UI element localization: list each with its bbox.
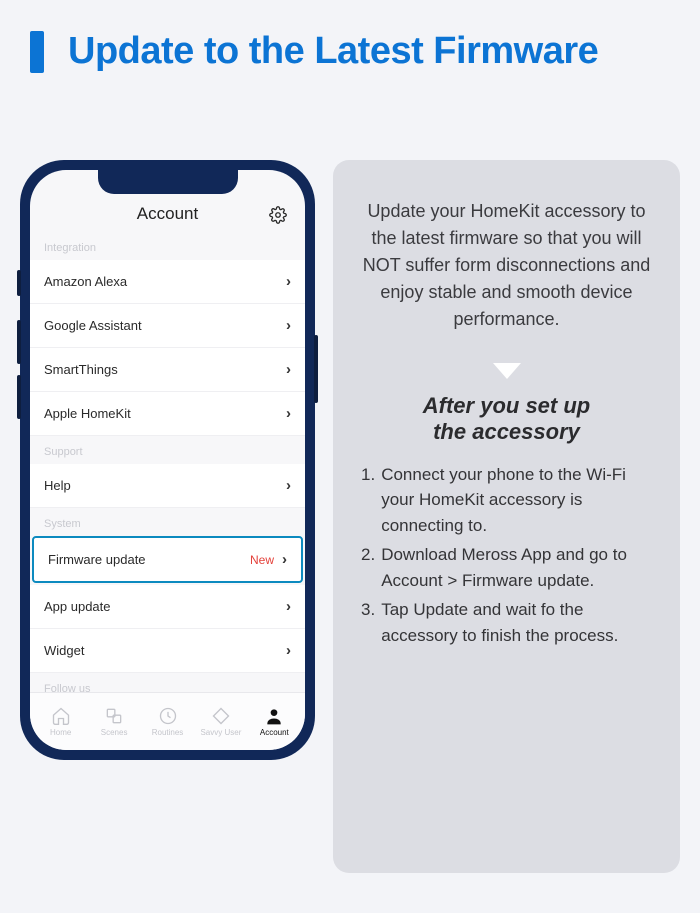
section-label-system: System xyxy=(30,508,305,536)
scenes-icon xyxy=(104,706,124,726)
list-item-firmware-update[interactable]: Firmware update New › xyxy=(32,536,303,583)
step-2: 2. Download Meross App and go to Account… xyxy=(361,542,656,593)
tab-label: Routines xyxy=(152,728,184,737)
list-item-label: Help xyxy=(44,478,71,493)
list-item-label: Firmware update xyxy=(48,552,146,567)
page-heading-row: Update to the Latest Firmware xyxy=(0,0,700,73)
phone-notch xyxy=(98,170,238,194)
list-item-app-update[interactable]: App update › xyxy=(30,585,305,629)
home-icon xyxy=(51,706,71,726)
diamond-icon xyxy=(211,706,231,726)
phone-side-button xyxy=(314,335,318,403)
intro-text: Update your HomeKit accessory to the lat… xyxy=(357,198,656,333)
list-item-smartthings[interactable]: SmartThings › xyxy=(30,348,305,392)
list-item-label: Amazon Alexa xyxy=(44,274,127,289)
tab-scenes[interactable]: Scenes xyxy=(87,706,140,737)
chevron-right-icon: › xyxy=(286,317,291,334)
phone-mockup: Account Integration Amazon Alexa › Googl… xyxy=(20,160,315,760)
gear-icon[interactable] xyxy=(269,206,287,224)
step-1: 1. Connect your phone to the Wi-Fi your … xyxy=(361,462,656,539)
chevron-right-icon: › xyxy=(286,642,291,659)
step-text: Tap Update and wait fo the accessory to … xyxy=(381,597,656,648)
new-badge: New xyxy=(250,553,274,567)
tab-label: Account xyxy=(260,728,289,737)
page-title: Update to the Latest Firmware xyxy=(68,30,598,73)
chevron-right-icon: › xyxy=(282,551,287,568)
step-number: 1. xyxy=(361,462,375,539)
list-item-right: New › xyxy=(250,551,287,568)
scroll-area[interactable]: Integration Amazon Alexa › Google Assist… xyxy=(30,232,305,692)
list-item-google[interactable]: Google Assistant › xyxy=(30,304,305,348)
tab-savvy-user[interactable]: Savvy User xyxy=(194,706,247,737)
step-text: Download Meross App and go to Account > … xyxy=(381,542,656,593)
chevron-right-icon: › xyxy=(286,405,291,422)
list-item-widget[interactable]: Widget › xyxy=(30,629,305,673)
subtitle-line2: the accessory xyxy=(433,419,580,444)
phone-side-button xyxy=(17,375,21,419)
tab-routines[interactable]: Routines xyxy=(141,706,194,737)
tab-home[interactable]: Home xyxy=(34,706,87,737)
subtitle: After you set up the accessory xyxy=(357,393,656,446)
list-item-help[interactable]: Help › xyxy=(30,464,305,508)
info-card: Update your HomeKit accessory to the lat… xyxy=(333,160,680,873)
chevron-right-icon: › xyxy=(286,598,291,615)
list-item-label: Widget xyxy=(44,643,84,658)
content-row: Account Integration Amazon Alexa › Googl… xyxy=(20,160,680,873)
list-item-homekit[interactable]: Apple HomeKit › xyxy=(30,392,305,436)
step-number: 3. xyxy=(361,597,375,648)
clock-icon xyxy=(158,706,178,726)
tab-label: Savvy User xyxy=(200,728,241,737)
step-3: 3. Tap Update and wait fo the accessory … xyxy=(361,597,656,648)
tab-label: Home xyxy=(50,728,71,737)
tab-bar: Home Scenes Routines Savvy User Account xyxy=(30,692,305,750)
section-label-integration: Integration xyxy=(30,232,305,260)
chevron-right-icon: › xyxy=(286,273,291,290)
step-number: 2. xyxy=(361,542,375,593)
list-item-label: App update xyxy=(44,599,111,614)
chevron-right-icon: › xyxy=(286,477,291,494)
phone-screen: Account Integration Amazon Alexa › Googl… xyxy=(30,170,305,750)
screen-header-title: Account xyxy=(137,204,198,224)
tab-account[interactable]: Account xyxy=(248,706,301,737)
list-item-label: Apple HomeKit xyxy=(44,406,131,421)
phone-side-button xyxy=(17,320,21,364)
list-item-label: SmartThings xyxy=(44,362,118,377)
tab-label: Scenes xyxy=(101,728,128,737)
title-accent-bar xyxy=(30,31,44,73)
list-item-alexa[interactable]: Amazon Alexa › xyxy=(30,260,305,304)
list-item-label: Google Assistant xyxy=(44,318,142,333)
step-text: Connect your phone to the Wi-Fi your Hom… xyxy=(381,462,656,539)
section-label-support: Support xyxy=(30,436,305,464)
triangle-down-icon xyxy=(493,363,521,379)
steps-list: 1. Connect your phone to the Wi-Fi your … xyxy=(357,462,656,653)
section-label-follow: Follow us xyxy=(30,673,305,692)
subtitle-line1: After you set up xyxy=(423,393,590,418)
chevron-right-icon: › xyxy=(286,361,291,378)
person-icon xyxy=(264,706,284,726)
phone-side-button xyxy=(17,270,21,296)
